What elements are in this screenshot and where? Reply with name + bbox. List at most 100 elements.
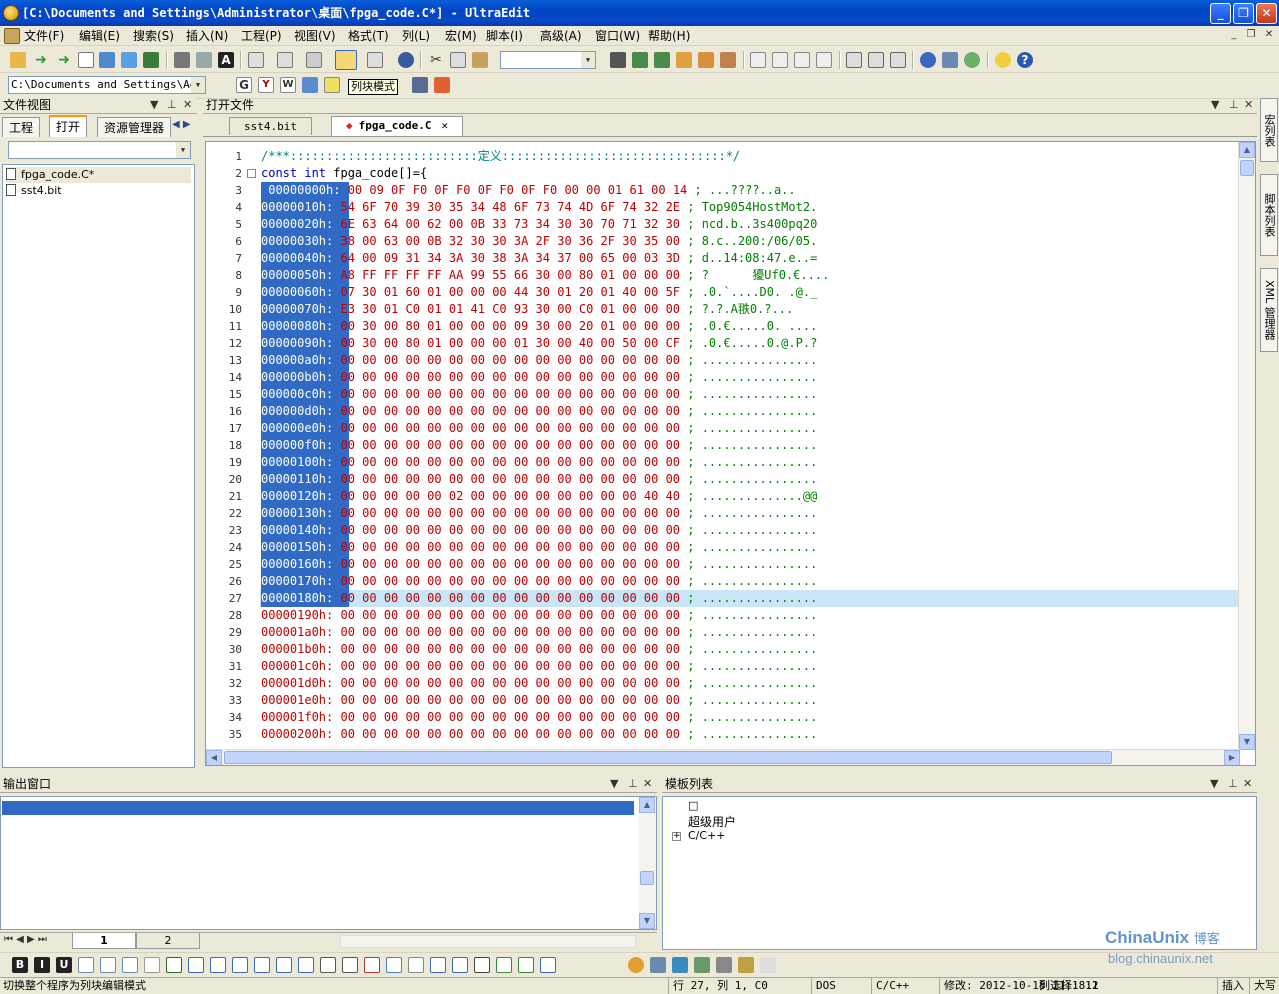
menu-window[interactable]: 窗口(W): [595, 28, 640, 44]
forward-arrow-icon[interactable]: ➜: [56, 52, 72, 68]
vertical-scrollbar[interactable]: ▲ ▼: [1238, 142, 1255, 750]
new-file-icon[interactable]: [78, 52, 94, 68]
app-icon[interactable]: [3, 5, 19, 21]
page-setup-icon[interactable]: [760, 957, 776, 973]
output-tab-1[interactable]: 1: [72, 933, 136, 949]
pane-close-icon[interactable]: ✕: [643, 775, 652, 793]
declaration-line[interactable]: const int fpga_code[]={: [261, 165, 427, 182]
code-line[interactable]: 00000060h: 07 30 01 60 01 00 00 00 44 30…: [261, 284, 817, 301]
print-preview-icon[interactable]: [196, 52, 212, 68]
code-line[interactable]: 00000100h: 00 00 00 00 00 00 00 00 00 00…: [261, 454, 817, 471]
output-area[interactable]: ▲ ▼: [0, 796, 657, 930]
code-line[interactable]: 00000080h: 00 30 00 80 01 00 00 00 09 30…: [261, 318, 817, 335]
split-vertical-icon[interactable]: [868, 52, 884, 68]
tab-fpga-code[interactable]: ◆ fpga_code.C ✕: [331, 116, 464, 136]
pane-dropdown-icon[interactable]: ▼: [1211, 96, 1219, 114]
save-all-icon[interactable]: [143, 52, 159, 68]
code-line[interactable]: 000000d0h: 00 00 00 00 00 00 00 00 00 00…: [261, 403, 817, 420]
title-bar[interactable]: [C:\Documents and Settings\Administrator…: [0, 0, 1279, 26]
yahoo-icon[interactable]: Y: [258, 77, 274, 93]
html-tag-icon[interactable]: [254, 957, 270, 973]
radio-icon[interactable]: [386, 957, 402, 973]
color-icon[interactable]: [166, 957, 182, 973]
code-line[interactable]: 00000130h: 00 00 00 00 00 00 00 00 00 00…: [261, 505, 817, 522]
code-editor[interactable]: 1 2 3 4 5 6 7 8 9 10 11 12 13 14 15 16 17 18 19 20 21 22 23 24 2…: [205, 141, 1256, 766]
code-line[interactable]: 00000200h: 00 00 00 00 00 00 00 00 00 00…: [261, 726, 817, 743]
menu-column[interactable]: 列(L): [402, 28, 430, 44]
wiki-icon[interactable]: W: [280, 77, 296, 93]
menu-help[interactable]: 帮助(H): [648, 28, 690, 44]
code-line[interactable]: 000001b0h: 00 00 00 00 00 00 00 00 00 00…: [261, 641, 817, 658]
code-line[interactable]: 00000150h: 00 00 00 00 00 00 00 00 00 00…: [261, 539, 817, 556]
status-line-ending[interactable]: DOS: [811, 978, 871, 994]
menu-script[interactable]: 脚本(I): [486, 28, 523, 44]
code-line[interactable]: 00000050h: A8 FF FF FF FF AA 99 55 66 30…: [261, 267, 829, 284]
spell-check-icon[interactable]: [367, 52, 383, 68]
menu-view[interactable]: 视图(V): [294, 28, 336, 44]
tab-sst4-bit[interactable]: sst4.bit: [229, 117, 312, 135]
table-icon[interactable]: [122, 957, 138, 973]
scroll-down-icon[interactable]: ▼: [1239, 734, 1255, 750]
pin-icon[interactable]: ⊥: [628, 775, 638, 793]
font-icon[interactable]: A: [218, 52, 234, 68]
code-line[interactable]: 000000c0h: 00 00 00 00 00 00 00 00 00 00…: [261, 386, 817, 403]
maximize-button[interactable]: ❐: [1233, 3, 1254, 24]
code-line[interactable]: 00000020h: 6E 63 64 00 62 00 0B 33 73 34…: [261, 216, 817, 233]
mdi-minimize-icon[interactable]: _: [1227, 28, 1241, 42]
tab-nav-icon[interactable]: ⏮ ◀ ▶ ⏭: [4, 934, 47, 945]
menu-macro[interactable]: 宏(M): [445, 28, 477, 44]
pane-dropdown-icon[interactable]: ▼: [1210, 775, 1218, 793]
fold-collapse-icon[interactable]: [247, 169, 256, 178]
button-icon[interactable]: [408, 957, 424, 973]
copy-icon[interactable]: [450, 52, 466, 68]
output-scrollbar[interactable]: ▲ ▼: [639, 797, 656, 929]
menu-project[interactable]: 工程(P): [241, 28, 282, 44]
select-icon[interactable]: [320, 957, 336, 973]
code-line[interactable]: 00000170h: 00 00 00 00 00 00 00 00 00 00…: [261, 573, 817, 590]
tab-macro-list[interactable]: 宏列表: [1260, 98, 1278, 162]
grid-icon[interactable]: [716, 957, 732, 973]
input-icon[interactable]: [298, 957, 314, 973]
tree-item-cpp[interactable]: C/C++: [688, 829, 726, 842]
browser-icon[interactable]: [920, 52, 936, 68]
pane-close-icon[interactable]: ✕: [1243, 775, 1252, 793]
html-tag-icon[interactable]: [232, 957, 248, 973]
menu-edit[interactable]: 编辑(E): [79, 28, 120, 44]
tab-open[interactable]: 打开: [49, 115, 88, 137]
menu-advanced[interactable]: 高级(A): [540, 28, 582, 44]
code-line[interactable]: 00000070h: E3 30 01 C0 01 01 41 C0 93 30…: [261, 301, 793, 318]
menu-file[interactable]: 文件(F): [24, 28, 64, 44]
save-icon[interactable]: [121, 52, 137, 68]
code-line[interactable]: 00000010h: 54 6F 70 39 30 35 34 48 6F 73…: [261, 199, 817, 216]
wand-icon[interactable]: [738, 957, 754, 973]
hex-mode-icon[interactable]: [277, 52, 293, 68]
tip-icon[interactable]: [995, 52, 1011, 68]
find-next-icon[interactable]: [632, 52, 648, 68]
pane-close-icon[interactable]: ✕: [1244, 96, 1253, 114]
textarea-icon[interactable]: [342, 957, 358, 973]
refresh-icon[interactable]: [964, 52, 980, 68]
code-line[interactable]: 00000000h: 00 09 0F F0 0F F0 0F F0 0F F0…: [261, 182, 795, 199]
indent-icon[interactable]: [78, 957, 94, 973]
justify-icon[interactable]: [816, 52, 832, 68]
word-wrap-icon[interactable]: [248, 52, 264, 68]
open-file-icon[interactable]: [99, 52, 115, 68]
close-button[interactable]: ✕: [1256, 3, 1277, 24]
image-icon[interactable]: [430, 957, 446, 973]
tab-explorer[interactable]: 资源管理器: [97, 117, 172, 137]
checkbox-icon[interactable]: [364, 957, 380, 973]
google-icon[interactable]: G: [236, 77, 252, 93]
align-right-icon[interactable]: [794, 52, 810, 68]
menu-search[interactable]: 搜索(S): [133, 28, 174, 44]
menu-format[interactable]: 格式(T): [348, 28, 389, 44]
code-line[interactable]: 000001a0h: 00 00 00 00 00 00 00 00 00 00…: [261, 624, 817, 641]
pin-icon[interactable]: ⊥: [167, 96, 177, 114]
clipboard-combo[interactable]: ▼: [500, 51, 596, 69]
output-selected-line[interactable]: [2, 801, 634, 815]
code-line[interactable]: 00000140h: 00 00 00 00 00 00 00 00 00 00…: [261, 522, 817, 539]
html-tag-icon[interactable]: [188, 957, 204, 973]
mdi-close-icon[interactable]: ✕: [1262, 28, 1276, 42]
anchor-icon[interactable]: [452, 957, 468, 973]
link-icon[interactable]: [474, 957, 490, 973]
line-numbers-icon[interactable]: [306, 52, 322, 68]
